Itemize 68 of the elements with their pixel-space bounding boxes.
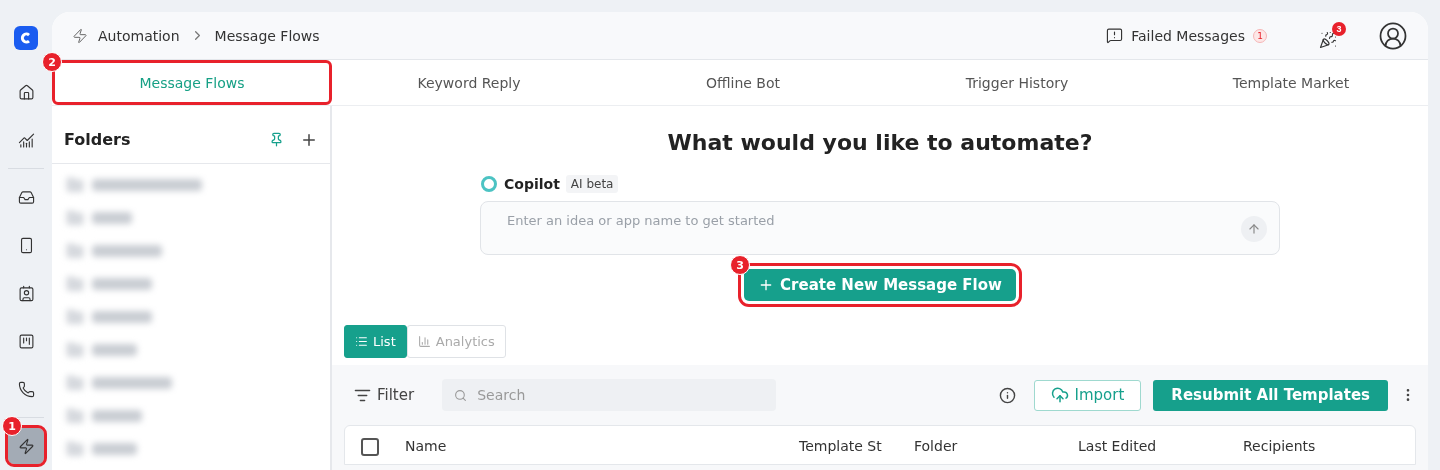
page-heading: What would you like to automate? <box>667 130 1093 155</box>
line-chart-icon <box>17 131 35 149</box>
folder-icon[interactable] <box>66 439 84 458</box>
folder-icon[interactable] <box>66 241 84 260</box>
contact-card-icon <box>17 284 35 302</box>
blurred-folder-name[interactable] <box>92 211 132 224</box>
notification-badge: 3 <box>1332 22 1346 36</box>
search-box[interactable]: Search <box>442 379 777 411</box>
copilot-label: Copilot <box>504 176 560 192</box>
count-badge: 1 <box>1253 28 1267 43</box>
blurred-folder-name[interactable] <box>92 310 152 323</box>
breadcrumb-item[interactable]: Automation <box>98 27 180 44</box>
column-header: Template St <box>799 438 883 454</box>
message-alert-icon <box>1106 27 1124 44</box>
home-icon <box>17 83 35 101</box>
arrow-up-icon <box>1247 222 1261 236</box>
user-avatar-button[interactable] <box>1378 20 1408 51</box>
notifications-button[interactable]: 3 <box>1319 22 1346 49</box>
folder-icon[interactable] <box>66 307 84 326</box>
list-icon <box>355 335 368 348</box>
info-icon[interactable] <box>998 386 1016 404</box>
folder-icon[interactable] <box>66 373 84 392</box>
blurred-folder-name[interactable] <box>92 178 202 191</box>
bar-chart-icon <box>417 335 431 348</box>
callout-badge: 1 <box>2 416 22 436</box>
blurred-folder-name[interactable] <box>92 442 137 455</box>
prompt-box[interactable]: Enter an idea or app name to get started <box>480 201 1280 255</box>
tab[interactable]: Trigger History <box>880 60 1154 105</box>
blurred-folder-name[interactable] <box>92 277 152 290</box>
app-logo[interactable] <box>14 26 38 50</box>
folder-icon[interactable] <box>66 340 84 359</box>
select-all-checkbox[interactable] <box>361 438 379 456</box>
lightning-icon <box>17 437 35 455</box>
blurred-folder-name[interactable] <box>92 244 162 257</box>
lightning-icon <box>72 27 88 44</box>
copilot-ring-icon <box>480 175 498 193</box>
column-header: Recipients <box>1243 438 1317 454</box>
blurred-folder-name[interactable] <box>92 409 142 422</box>
breadcrumb-item: Message Flows <box>214 27 320 44</box>
column-header: Name <box>405 438 448 454</box>
callout-badge: 3 <box>730 255 751 275</box>
failed-messages-button[interactable]: Failed Messages 1 <box>1100 26 1273 45</box>
send-button[interactable] <box>1241 216 1267 242</box>
user-icon <box>1378 20 1408 51</box>
blurred-folder-name[interactable] <box>92 376 172 389</box>
search-field[interactable]: Search <box>475 386 765 404</box>
tab[interactable]: Template Market <box>1154 60 1428 105</box>
column-header: Last Edited <box>1078 438 1158 454</box>
callout-badge: 2 <box>42 52 62 72</box>
folder-icon[interactable] <box>66 274 84 293</box>
search-icon <box>454 388 468 402</box>
folder-icon[interactable] <box>66 406 84 425</box>
beta-badge: AI beta <box>565 175 619 193</box>
tab[interactable]: Keyword Reply <box>332 60 606 105</box>
pin-icon[interactable] <box>269 132 284 147</box>
cloud-upload-icon <box>1050 386 1069 404</box>
filter-button[interactable]: Filter <box>344 386 425 404</box>
blurred-folder-name[interactable] <box>92 343 137 356</box>
folders-title: Folders <box>64 130 132 149</box>
idea-input-field[interactable]: Enter an idea or app name to get started <box>505 212 1241 229</box>
folder-icon[interactable] <box>66 208 84 227</box>
party-popper-icon <box>1319 31 1337 49</box>
column-header: Folder <box>914 438 959 454</box>
tab[interactable]: Offline Bot <box>606 60 880 105</box>
inbox-icon <box>17 188 35 206</box>
kanban-board-icon <box>17 332 35 350</box>
folder-icon[interactable] <box>66 175 84 194</box>
phone-icon <box>17 380 35 398</box>
